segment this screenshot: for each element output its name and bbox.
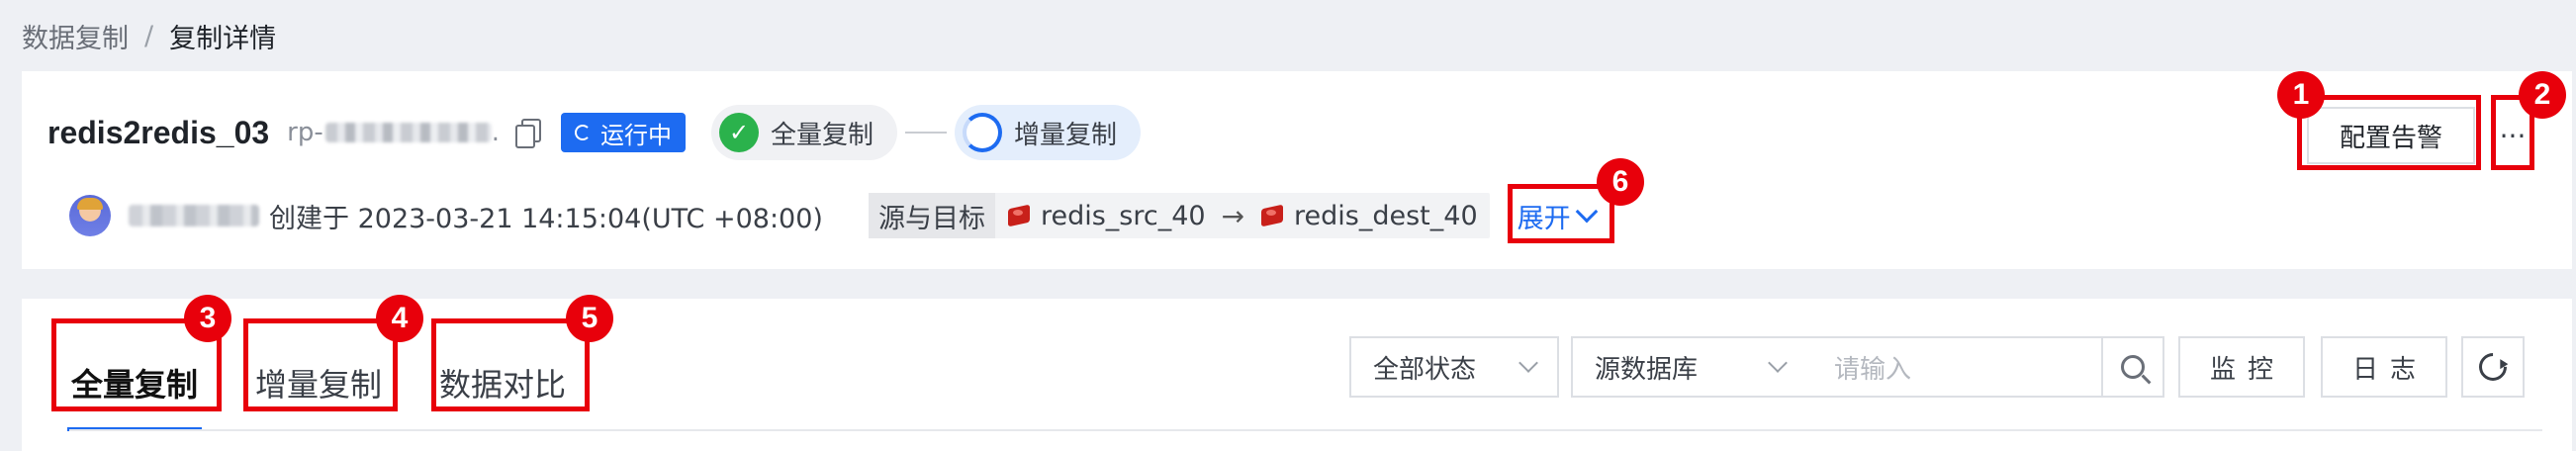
tab-data-compare[interactable]: 数据对比: [437, 336, 568, 429]
redis-icon: [1007, 204, 1031, 227]
target-instance[interactable]: redis_dest_40: [1294, 201, 1478, 231]
status-badge: 运行中: [561, 113, 686, 152]
refresh-button[interactable]: [2461, 336, 2525, 398]
chevron-down-icon: [1518, 353, 1538, 373]
check-icon: ✓: [719, 113, 759, 152]
expand-link[interactable]: 展开: [1517, 197, 1598, 235]
route-label: 源与目标: [868, 193, 995, 238]
progress-ring-icon: [963, 113, 1003, 152]
annotation-marker-6: 6: [1597, 158, 1644, 206]
annotation-marker-4: 4: [376, 295, 423, 342]
tab-full-replication[interactable]: 全量复制: [66, 336, 203, 431]
step-connector: [905, 132, 948, 134]
created-time: 创建于 2023-03-21 14:15:04(UTC +08:00): [269, 203, 823, 234]
search-input[interactable]: 请输入: [1806, 336, 2103, 398]
search-button[interactable]: [2101, 336, 2164, 398]
chevron-down-icon: [1768, 353, 1788, 373]
annotation-marker-3: 3: [184, 295, 231, 342]
search-icon: [2121, 355, 2145, 379]
source-target-route: 源与目标 redis_src_40 → redis_dest_40: [868, 193, 1490, 238]
search-placeholder: 请输入: [1834, 354, 1912, 385]
expand-label: 展开: [1517, 203, 1571, 234]
tab-incremental-replication[interactable]: 增量复制: [253, 336, 384, 429]
database-select[interactable]: 源数据库: [1571, 336, 1808, 398]
refresh-icon: [2473, 347, 2513, 387]
annotation-marker-5: 5: [566, 295, 613, 342]
step-full-replication: ✓ 全量复制: [711, 105, 898, 160]
breadcrumb-parent-link[interactable]: 数据复制: [22, 17, 129, 55]
task-name: redis2redis_03: [47, 114, 270, 150]
status-select[interactable]: 全部状态: [1349, 336, 1559, 398]
monitor-button[interactable]: 监控: [2178, 336, 2305, 398]
breadcrumb-current: 复制详情: [169, 23, 277, 54]
status-text: 运行中: [600, 121, 672, 149]
chevron-down-icon: [1575, 200, 1598, 224]
task-title-row: redis2redis_03 rp- . 运行中 ✓ 全量复制 增量复制: [47, 99, 1142, 166]
task-meta-row: 创建于 2023-03-21 14:15:04(UTC +08:00) 源与目标…: [69, 190, 1598, 241]
log-button[interactable]: 日志: [2321, 336, 2447, 398]
annotation-marker-2: 2: [2519, 71, 2566, 119]
copy-icon[interactable]: [513, 118, 541, 148]
step-inc-label: 增量复制: [1014, 120, 1118, 150]
step-full-label: 全量复制: [771, 120, 874, 150]
spinner-icon: [575, 125, 591, 140]
breadcrumb-separator: /: [144, 20, 154, 51]
arrow-right-icon: →: [1221, 199, 1245, 232]
task-id-suffix: .: [491, 118, 500, 147]
tabs-divider: [69, 429, 2542, 431]
redis-icon: [1260, 204, 1284, 227]
route-body: redis_src_40 → redis_dest_40: [995, 200, 1490, 232]
database-select-value: 源数据库: [1595, 354, 1699, 385]
creator-name-redacted: [129, 205, 259, 226]
status-select-value: 全部状态: [1373, 354, 1477, 385]
annotation-marker-1: 1: [2277, 71, 2325, 119]
more-options-button[interactable]: ···: [2493, 107, 2532, 164]
step-incremental-replication: 增量复制: [955, 105, 1142, 160]
task-id-prefix: rp-: [287, 118, 323, 147]
configure-alert-button[interactable]: 配置告警: [2307, 107, 2475, 164]
task-id: rp- .: [287, 118, 500, 147]
task-id-redacted: [324, 123, 492, 142]
breadcrumb: 数据复制 / 复制详情: [22, 14, 276, 57]
source-instance[interactable]: redis_src_40: [1041, 201, 1206, 231]
tab-bar: 全量复制 增量复制 数据对比: [66, 336, 621, 431]
avatar: [69, 195, 111, 236]
